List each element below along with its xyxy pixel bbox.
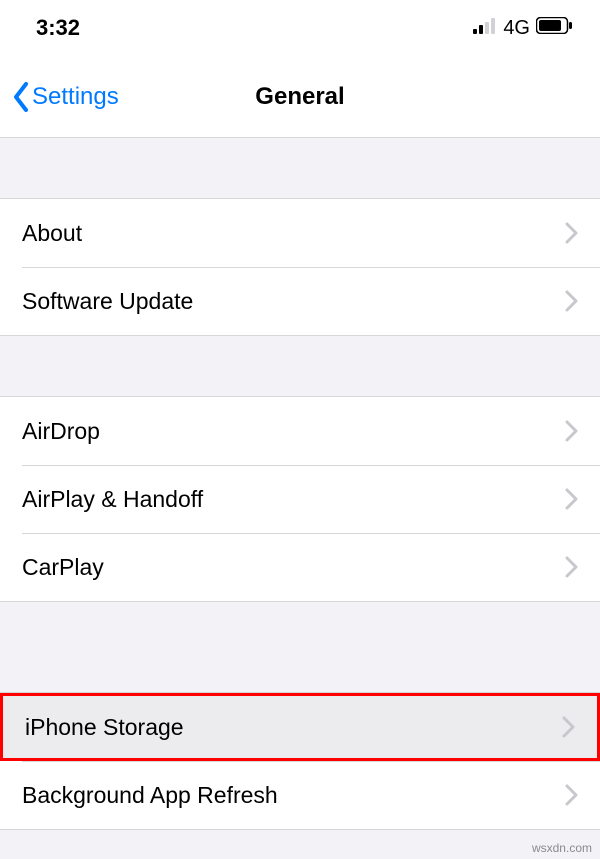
chevron-right-icon bbox=[565, 556, 578, 578]
row-iphone-storage[interactable]: iPhone Storage bbox=[0, 693, 600, 761]
nav-header: Settings General bbox=[0, 56, 600, 138]
group-gap bbox=[0, 336, 600, 396]
chevron-right-icon bbox=[565, 784, 578, 806]
cellular-signal-icon bbox=[473, 18, 497, 39]
group-gap bbox=[0, 602, 600, 692]
row-about[interactable]: About bbox=[0, 199, 600, 267]
chevron-right-icon bbox=[565, 290, 578, 312]
row-carplay[interactable]: CarPlay bbox=[0, 533, 600, 601]
row-label: Software Update bbox=[22, 288, 193, 315]
chevron-left-icon bbox=[10, 80, 32, 114]
back-label: Settings bbox=[32, 83, 119, 111]
status-indicators: 4G bbox=[473, 17, 572, 40]
row-background-app-refresh[interactable]: Background App Refresh bbox=[0, 761, 600, 829]
row-label: iPhone Storage bbox=[25, 714, 184, 741]
watermark: wsxdn.com bbox=[532, 841, 592, 855]
group-general-info: About Software Update bbox=[0, 198, 600, 336]
chevron-right-icon bbox=[565, 488, 578, 510]
row-label: About bbox=[22, 220, 82, 247]
battery-icon bbox=[536, 17, 572, 39]
chevron-right-icon bbox=[565, 222, 578, 244]
row-label: AirPlay & Handoff bbox=[22, 486, 203, 513]
chevron-right-icon bbox=[562, 716, 575, 738]
page-title: General bbox=[255, 83, 344, 111]
row-software-update[interactable]: Software Update bbox=[0, 267, 600, 335]
group-gap bbox=[0, 138, 600, 198]
row-airplay-handoff[interactable]: AirPlay & Handoff bbox=[0, 465, 600, 533]
row-label: AirDrop bbox=[22, 418, 100, 445]
group-connectivity: AirDrop AirPlay & Handoff CarPlay bbox=[0, 396, 600, 602]
row-label: CarPlay bbox=[22, 554, 104, 581]
chevron-right-icon bbox=[565, 420, 578, 442]
group-storage-refresh: iPhone Storage Background App Refresh bbox=[0, 692, 600, 830]
status-time: 3:32 bbox=[36, 15, 80, 41]
row-airdrop[interactable]: AirDrop bbox=[0, 397, 600, 465]
network-type: 4G bbox=[503, 17, 530, 40]
back-button[interactable]: Settings bbox=[10, 80, 119, 114]
row-label: Background App Refresh bbox=[22, 782, 278, 809]
status-bar: 3:32 4G bbox=[0, 0, 600, 56]
